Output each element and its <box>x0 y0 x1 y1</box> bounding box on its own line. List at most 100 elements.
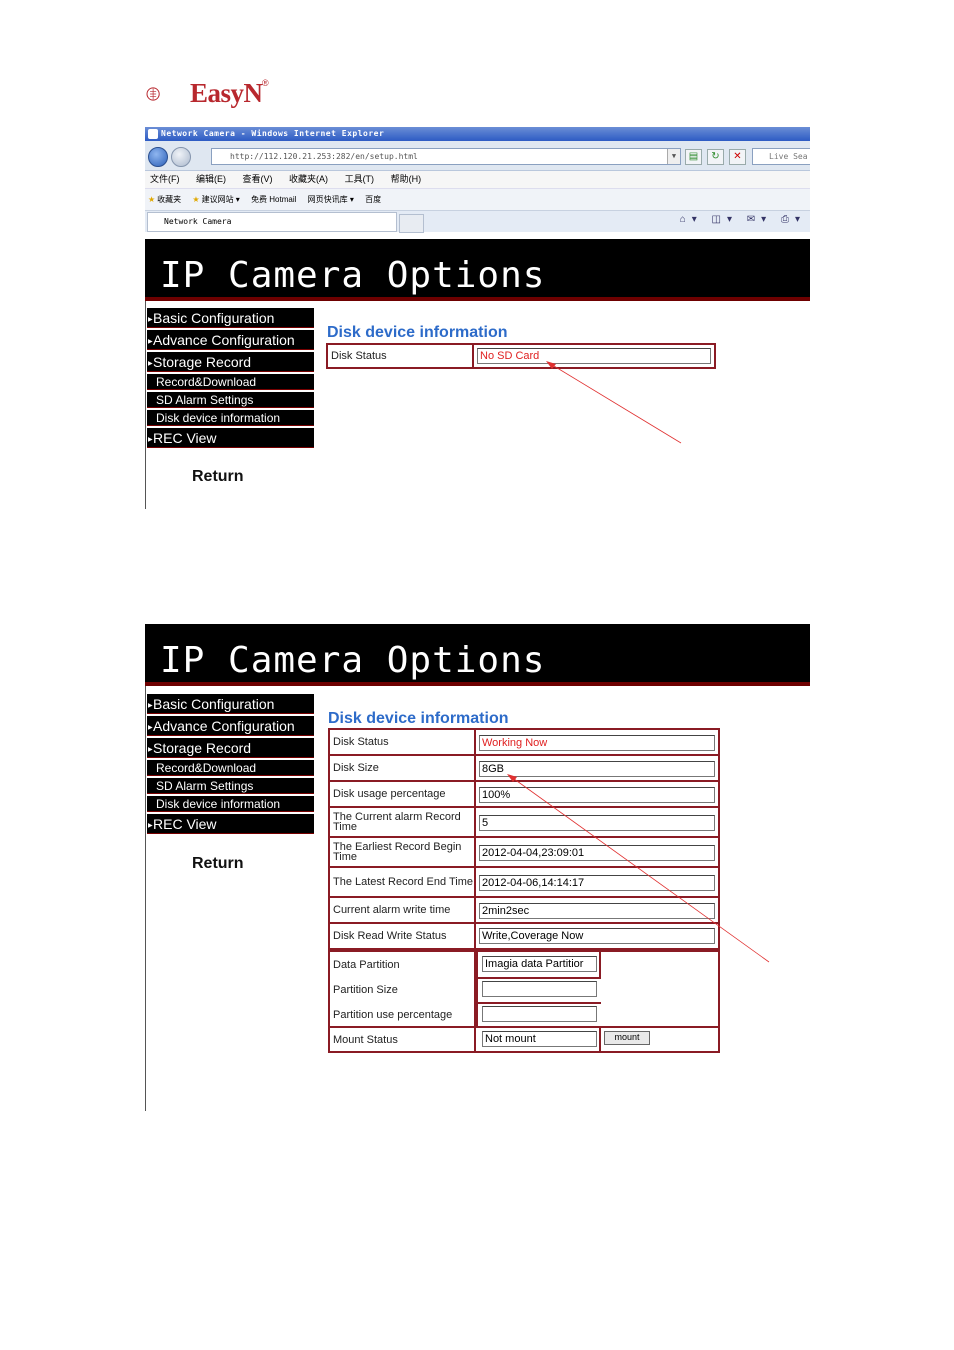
mount-button[interactable]: mount <box>604 1031 650 1045</box>
table-row: The Latest Record End Time 2012-04-06,14… <box>330 868 718 898</box>
menu-storage-record[interactable]: ▶ Storage Record <box>147 738 314 758</box>
banner-divider <box>145 682 810 686</box>
window-title: Network Camera - Windows Internet Explor… <box>161 129 385 138</box>
address-bar[interactable]: http://112.120.21.253:282/en/setup.html … <box>211 148 681 165</box>
banner: IP Camera Options <box>145 239 810 301</box>
menu-arrow-icon: ▶ <box>148 317 153 323</box>
data-partition-select[interactable]: Imagia data Partitior <box>482 956 597 972</box>
return-link[interactable]: Return <box>192 468 244 486</box>
favorites-bar: ★ 收藏夹 ★ 建议网站 ▾ 免费 Hotmail 网页快讯库 ▾ 百度 <box>145 188 810 210</box>
menu-label: REC View <box>153 430 217 446</box>
menu-basic-configuration[interactable]: ▶ Basic Configuration <box>147 694 314 714</box>
menu-arrow-icon: ▶ <box>148 703 153 709</box>
menu-file[interactable]: 文件(F) <box>150 174 180 184</box>
command-bar-icons[interactable]: ⌂▾ ◫▾ ✉▾ ⎙▾ <box>680 214 806 225</box>
disk-usage-value: 100% <box>479 787 715 803</box>
stop-icon[interactable]: ✕ <box>729 149 746 165</box>
menu-label: Advance Configuration <box>153 332 295 348</box>
column-divider <box>476 952 478 1027</box>
disk-info-table: Disk Status No SD Card <box>326 343 716 369</box>
menu-tools[interactable]: 工具(T) <box>345 174 375 184</box>
row-label: The Current alarm Record Time <box>330 808 476 836</box>
disk-info-table: Disk Status Working Now Disk Size 8GB Di… <box>328 728 720 950</box>
table-row: The Earliest Record Begin Time 2012-04-0… <box>330 838 718 868</box>
browser-nav-bar: http://112.120.21.253:282/en/setup.html … <box>145 141 810 171</box>
add-fav-icon[interactable]: ★ <box>192 195 199 204</box>
menu-basic-configuration[interactable]: ▶ Basic Configuration <box>147 308 314 328</box>
side-menu: ▶ Basic Configuration ▶ Advance Configurat… <box>147 308 314 450</box>
table-row: Partition Size <box>330 977 599 1002</box>
row-label: The Latest Record End Time <box>330 868 476 896</box>
table-row: Mount Status Not mount mount <box>330 1028 718 1051</box>
brand-name: EasyN <box>190 78 263 108</box>
search-box[interactable]: Live Sea <box>752 148 810 165</box>
refresh-icon[interactable]: ↻ <box>707 149 724 165</box>
row-divider <box>476 977 601 979</box>
mount-status-value: Not mount <box>482 1031 597 1047</box>
section-heading: Disk device information <box>327 324 508 341</box>
menu-edit[interactable]: 编辑(E) <box>196 174 226 184</box>
menu-rec-view[interactable]: ▶ REC View <box>147 428 314 448</box>
table-row: Data Partition Imagia data Partitior <box>330 952 599 977</box>
table-row: Disk Status No SD Card <box>328 345 714 367</box>
new-tab-button[interactable] <box>399 214 424 233</box>
back-button[interactable] <box>148 147 168 167</box>
submenu-disk-device-information[interactable]: Disk device information <box>147 410 314 426</box>
menu-help[interactable]: 帮助(H) <box>391 174 422 184</box>
return-link[interactable]: Return <box>192 855 244 873</box>
row-label: Disk Status <box>330 730 476 754</box>
menu-rec-view[interactable]: ▶ REC View <box>147 814 314 834</box>
fav-favorites[interactable]: 收藏夹 <box>157 195 181 204</box>
partition-table: Data Partition Imagia data Partitior Par… <box>328 950 720 1053</box>
ie-icon <box>148 129 158 139</box>
camera-panel-1: IP Camera Options ▶ Basic Configuration ▶… <box>145 239 810 509</box>
tab-network-camera[interactable]: Network Camera <box>147 212 397 232</box>
row-label: Current alarm write time <box>330 898 476 922</box>
menu-label: REC View <box>153 816 217 832</box>
forward-button[interactable] <box>171 147 191 167</box>
partition-use-value <box>482 1006 597 1022</box>
left-border <box>145 686 146 1111</box>
menu-view[interactable]: 查看(V) <box>243 174 273 184</box>
read-write-status-value: Write,Coverage Now <box>479 928 715 944</box>
menu-label: Basic Configuration <box>153 696 275 712</box>
table-row: Disk usage percentage 100% <box>330 782 718 808</box>
submenu-record-download[interactable]: Record&Download <box>147 760 314 776</box>
menu-advance-configuration[interactable]: ▶ Advance Configuration <box>147 716 314 736</box>
submenu-record-download[interactable]: Record&Download <box>147 374 314 390</box>
row-label: Disk usage percentage <box>330 782 476 806</box>
submenu-disk-device-information[interactable]: Disk device information <box>147 796 314 812</box>
tab-bar: Network Camera ⌂▾ ◫▾ ✉▾ ⎙▾ <box>145 210 810 233</box>
row-label: Partition use percentage <box>330 1002 476 1027</box>
fav-suggested[interactable]: 建议网站 ▾ <box>202 195 240 204</box>
easyn-logo-icon <box>146 87 160 101</box>
browser-window: Network Camera - Windows Internet Explor… <box>145 127 810 239</box>
address-text: http://112.120.21.253:282/en/setup.html <box>230 152 418 161</box>
compat-view-icon[interactable]: ▤ <box>685 149 702 165</box>
column-divider <box>599 952 601 977</box>
menu-arrow-icon: ▶ <box>148 747 153 753</box>
banner: IP Camera Options <box>145 624 810 686</box>
latest-record-value: 2012-04-06,14:14:17 <box>479 875 715 891</box>
menu-storage-record[interactable]: ▶ Storage Record <box>147 352 314 372</box>
submenu-sd-alarm-settings[interactable]: SD Alarm Settings <box>147 392 314 408</box>
submenu-sd-alarm-settings[interactable]: SD Alarm Settings <box>147 778 314 794</box>
fav-hotmail[interactable]: 免费 Hotmail <box>251 195 296 204</box>
search-box-text: Live Sea <box>769 152 808 161</box>
camera-panel-2: IP Camera Options ▶ Basic Configuration ▶… <box>145 624 810 1111</box>
menu-arrow-icon: ▶ <box>148 823 153 829</box>
alarm-write-time-value: 2min2sec <box>479 903 715 919</box>
row-divider <box>476 1002 601 1004</box>
fav-webslice[interactable]: 网页快讯库 ▾ <box>308 195 354 204</box>
address-dropdown-icon[interactable]: ▼ <box>667 149 680 164</box>
fav-baidu[interactable]: 百度 <box>365 195 381 204</box>
disk-status-value: No SD Card <box>477 348 711 364</box>
disk-status-value: Working Now <box>479 735 715 751</box>
menu-favorites[interactable]: 收藏夹(A) <box>289 174 328 184</box>
side-menu: ▶ Basic Configuration ▶ Advance Configurat… <box>147 694 314 836</box>
section-heading: Disk device information <box>328 710 509 727</box>
menu-arrow-icon: ▶ <box>148 725 153 731</box>
row-label: Partition Size <box>330 977 476 1002</box>
row-label: Disk Size <box>330 756 476 780</box>
menu-advance-configuration[interactable]: ▶ Advance Configuration <box>147 330 314 350</box>
